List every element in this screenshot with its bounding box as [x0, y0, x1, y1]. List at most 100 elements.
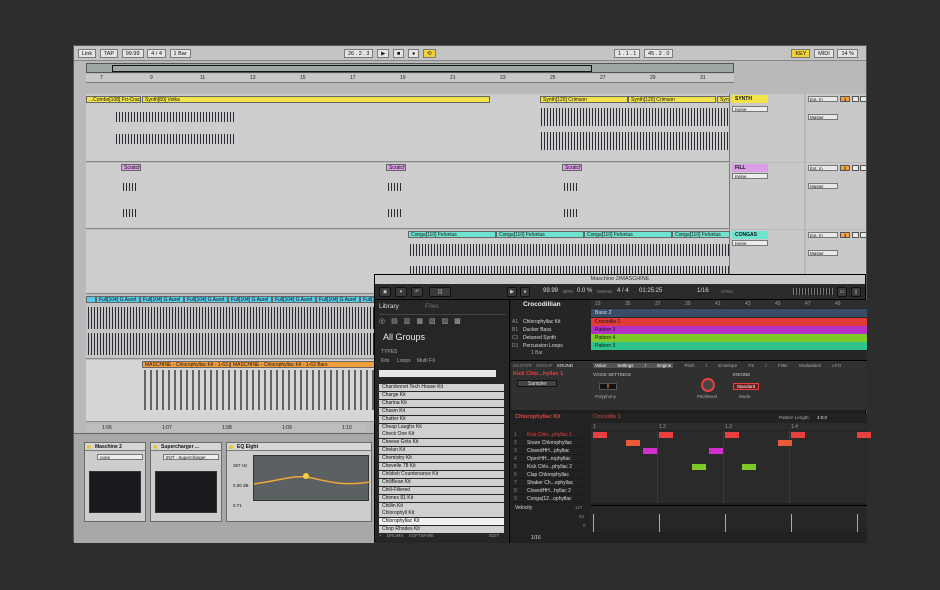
- velocity-lane[interactable]: [591, 505, 867, 532]
- kit-list-item[interactable]: Chemistry Kit: [379, 455, 504, 463]
- clip[interactable]: Full[104] G Aurel: [140, 296, 184, 303]
- drums-tag[interactable]: + DRUMS: [379, 533, 403, 538]
- tempo-field[interactable]: 99.99: [121, 49, 144, 58]
- type-filter-multi-fx[interactable]: Multi FX: [417, 358, 435, 364]
- output-select[interactable]: Master: [808, 183, 838, 189]
- sound-row[interactable]: 4 OpenHH...rophyllac: [511, 455, 585, 463]
- step-note[interactable]: [642, 448, 657, 454]
- polyphony-value[interactable]: 8: [599, 383, 617, 390]
- type-filter-kits[interactable]: Kits: [381, 358, 389, 364]
- pattern-block[interactable]: Pattern 3: [591, 342, 867, 350]
- group-name[interactable]: Detuned Synth: [523, 334, 556, 342]
- track-name[interactable]: CONGAS: [732, 231, 768, 239]
- tab-master[interactable]: MASTER: [513, 363, 532, 368]
- tab-modulation[interactable]: Modulation: [799, 363, 821, 368]
- beat-ruler[interactable]: 7 9 11 13 15 17 19 21 23 25 27 29 31: [86, 74, 734, 83]
- clip[interactable]: Synth[120] Crimson: [628, 96, 716, 103]
- key-map-button[interactable]: KEY: [791, 49, 811, 58]
- kit-list-item[interactable]: Chillin Kit: [379, 502, 504, 510]
- q-value[interactable]: 0.71: [233, 503, 242, 508]
- project-name[interactable]: Crocodillian: [523, 301, 561, 308]
- group-name[interactable]: Chlorophyllac Kit: [523, 318, 561, 326]
- software-tag[interactable]: SOFTWARE: [409, 533, 434, 538]
- device-title[interactable]: Supercharger ...: [151, 443, 221, 451]
- kit-list-item[interactable]: Cheap Laughs Kit: [379, 423, 504, 431]
- bar-length[interactable]: 1 Bar: [531, 350, 543, 356]
- menu-chevron-icon[interactable]: ▾: [395, 287, 407, 297]
- group-row[interactable]: C1 Detuned Synth: [511, 334, 589, 342]
- track-header-fill[interactable]: FILL Keine: [729, 163, 804, 229]
- bpm-value[interactable]: 99.99: [543, 288, 558, 294]
- input-type-select[interactable]: Ext. In: [808, 232, 838, 238]
- sound-name[interactable]: Snare Chlorophyllac: [527, 440, 572, 446]
- clip[interactable]: ...Combo[108] Frt-Cracked: [86, 96, 141, 103]
- clip[interactable]: Conga[110] Felonius: [496, 231, 584, 238]
- step-note[interactable]: [725, 432, 739, 438]
- loop-icon[interactable]: ⟲: [422, 49, 436, 58]
- clip[interactable]: Synth[80] Volka: [142, 96, 490, 103]
- tab-pitch-envelope[interactable]: Pitch / Envelope: [685, 363, 738, 368]
- clip[interactable]: Full[104] G Aurel: [96, 296, 140, 303]
- sound-name[interactable]: ClosedHH...hyllac 2: [527, 488, 571, 494]
- device-maschine[interactable]: Maschine 2 none: [84, 442, 146, 522]
- pitchbend-knob[interactable]: [701, 378, 715, 392]
- kit-list-item[interactable]: Chatter Kit: [379, 415, 504, 423]
- footer-grid[interactable]: 1/16: [531, 535, 541, 541]
- kit-list-item[interactable]: Chlorophyll Kit: [379, 510, 504, 518]
- frequency-value[interactable]: 257 Hz: [233, 463, 247, 468]
- solo-button[interactable]: [852, 96, 859, 102]
- sound-row[interactable]: 3 ClosedHH...phyllac: [511, 447, 585, 455]
- play-button[interactable]: ▶: [377, 49, 390, 58]
- arm-button[interactable]: [860, 96, 867, 102]
- arm-button[interactable]: [860, 165, 867, 171]
- kit-list-item[interactable]: Chelan Kit: [379, 447, 504, 455]
- mode-select[interactable]: Standard: [733, 383, 759, 390]
- device-eq-eight[interactable]: EQ Eight 257 Hz 0.00 dB 0.71: [226, 442, 372, 522]
- solo-button[interactable]: [852, 165, 859, 171]
- scene-label[interactable]: Basic 2: [591, 309, 867, 317]
- input-select[interactable]: Keine: [732, 173, 768, 179]
- group-row[interactable]: B1 Ducker Bass: [511, 326, 589, 334]
- mixer-icon[interactable]: |||: [429, 287, 451, 297]
- sound-name[interactable]: ClosedHH...phyllac: [527, 448, 570, 454]
- input-type-select[interactable]: Ext. In: [808, 165, 838, 171]
- kit-list-item[interactable]: Cheese Grits Kit: [379, 439, 504, 447]
- edit-button[interactable]: EDIT: [489, 533, 499, 538]
- stop-button[interactable]: ■: [392, 49, 405, 58]
- sound-row[interactable]: 5 Kick Chlo...phyllac 2: [511, 463, 585, 471]
- tap-button[interactable]: TAP: [99, 49, 119, 58]
- group-name[interactable]: Ducker Bass: [523, 326, 551, 334]
- record-button[interactable]: ●: [407, 49, 420, 58]
- group-row[interactable]: D1 Percussion Loops: [511, 342, 589, 350]
- clip[interactable]: Scratch[88]: [121, 164, 141, 171]
- step-note[interactable]: [708, 448, 723, 454]
- preset-select[interactable]: none: [97, 454, 143, 460]
- arrangement-overview[interactable]: [86, 63, 734, 73]
- track-synth-lane[interactable]: ...Combo[108] Frt-Cracked Synth[80] Volk…: [86, 94, 734, 162]
- solo-button[interactable]: [852, 232, 859, 238]
- step-note[interactable]: [777, 440, 792, 446]
- kit-list-item[interactable]: Check One Kit: [379, 431, 504, 439]
- sound-row[interactable]: 1 Kick Chlo...phyllac 1: [511, 431, 585, 439]
- track-header-synth[interactable]: SYNTH Keine: [729, 94, 804, 162]
- types-header[interactable]: TYPES: [381, 349, 397, 355]
- sound-row[interactable]: 2 Snare Chlorophyllac: [511, 439, 585, 447]
- pattern-block[interactable]: Pattern 4: [591, 334, 867, 342]
- clip[interactable]: Full[104] G Aurel: [228, 296, 272, 303]
- track-number[interactable]: 2: [840, 165, 850, 171]
- kit-list-item[interactable]: ChiliBean Kit: [379, 478, 504, 486]
- pattern-name[interactable]: Crocodile 1: [593, 414, 621, 420]
- sound-name[interactable]: Clap Chlorophyllac: [527, 472, 569, 478]
- group-row[interactable]: A1 Chlorophyllac Kit: [511, 318, 589, 326]
- sound-row[interactable]: 9 Conga(12...ophyllac: [511, 495, 585, 503]
- track-fill-lane[interactable]: Scratch[88] Scratch[88] Scratch[88]: [86, 163, 734, 229]
- grid-value[interactable]: 1/16: [697, 288, 709, 294]
- step-grid[interactable]: [591, 431, 871, 503]
- all-groups-title[interactable]: All Groups: [383, 332, 425, 342]
- panel-icon[interactable]: ▯: [851, 287, 861, 297]
- sound-name[interactable]: Kick Chlo...phyllac 1: [527, 432, 572, 438]
- kit-list-item[interactable]: Charge Kit: [379, 391, 504, 399]
- link-button[interactable]: Link: [78, 49, 97, 58]
- position-field[interactable]: 26 . 2 . 3: [344, 49, 374, 58]
- tab-library[interactable]: Library: [379, 303, 399, 310]
